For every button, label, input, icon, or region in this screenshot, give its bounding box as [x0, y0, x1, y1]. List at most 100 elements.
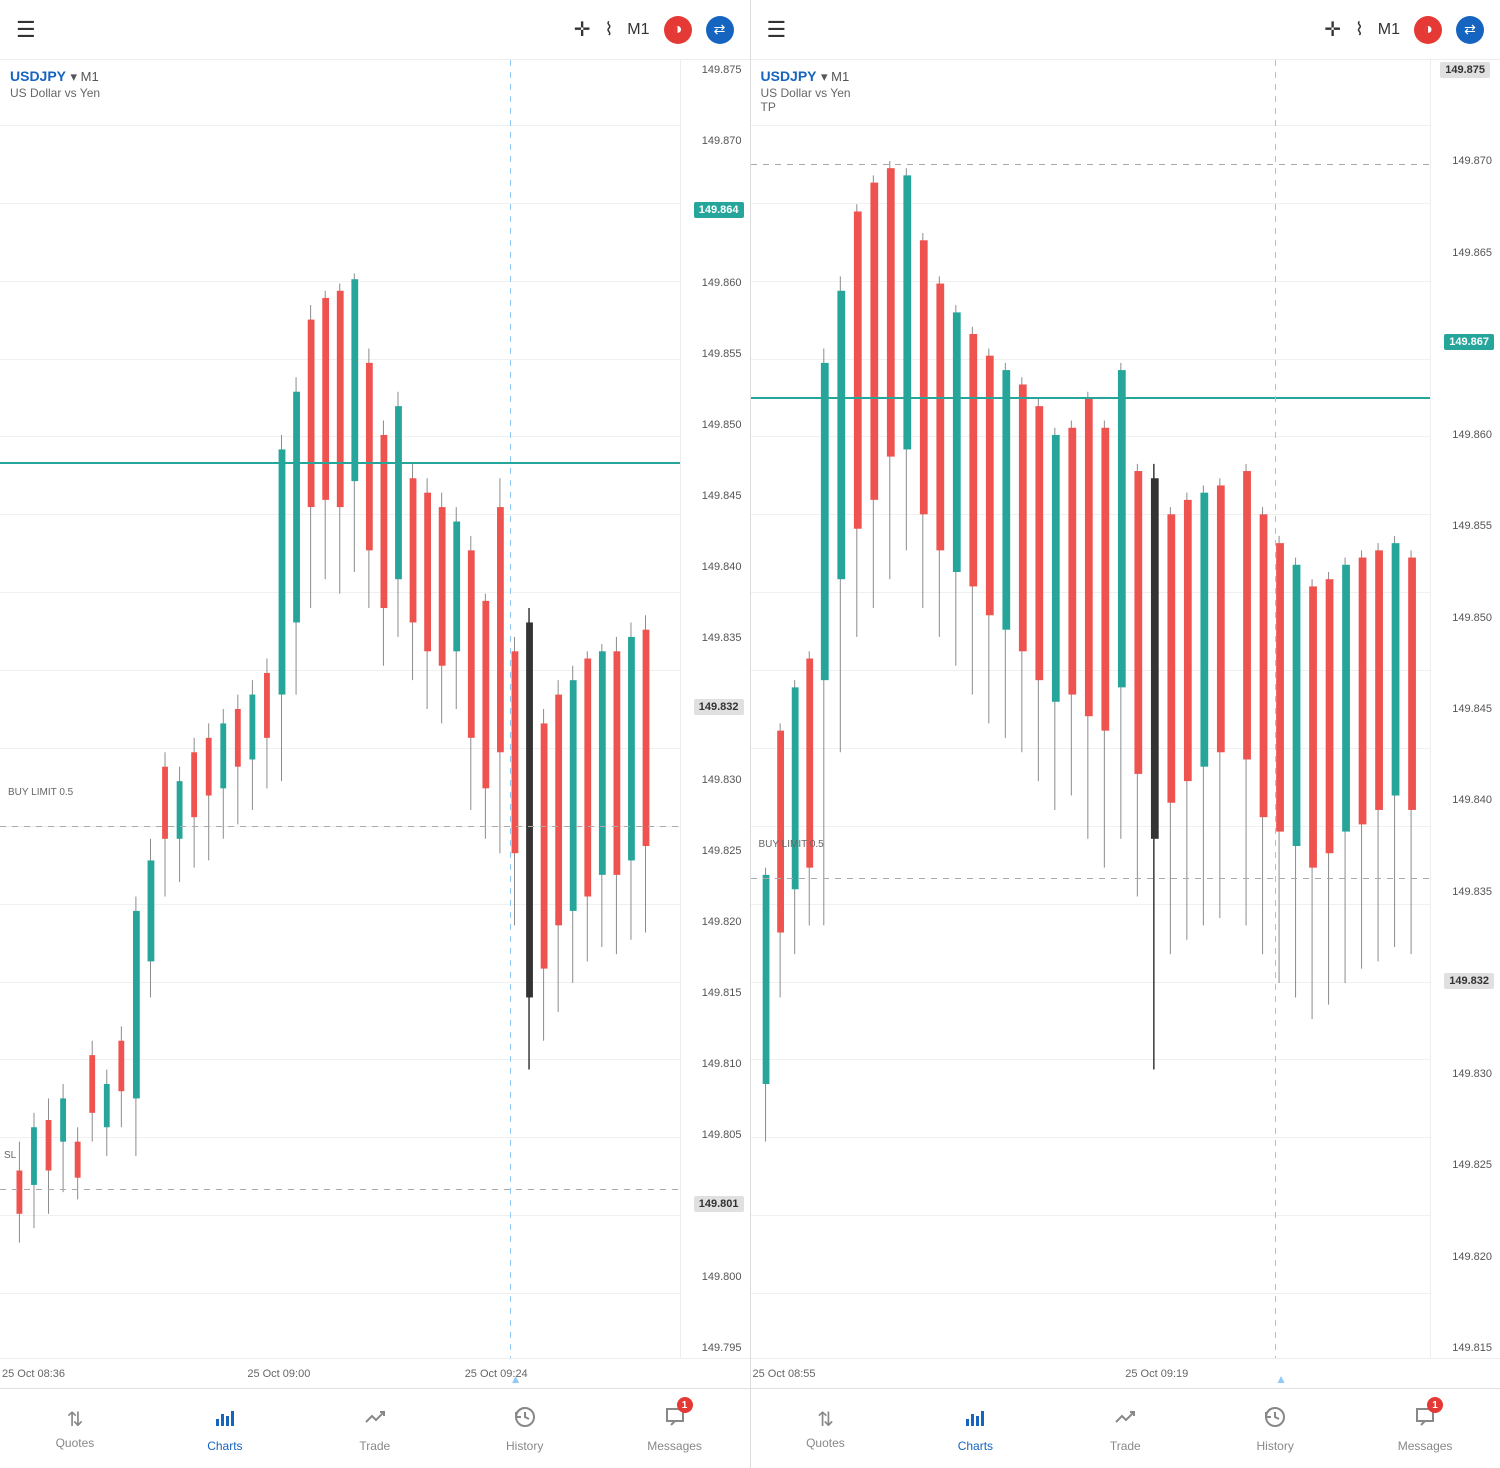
price-tick: 149.860 — [1435, 429, 1496, 441]
settings-icon[interactable]: ◑ — [664, 16, 692, 44]
price-tick: 149.855 — [1435, 520, 1496, 532]
right-current-price-badge: 149.867 — [1444, 334, 1494, 350]
right-nav-history-label: History — [1257, 1439, 1294, 1453]
right-symbol-arrow: ▾ — [821, 69, 831, 84]
price-tick: 149.845 — [1435, 703, 1496, 715]
right-topbar: ☰ ✛ ⌇ M1 ◑ ⇄ — [751, 0, 1500, 60]
right-time-arrow: ▲ — [1275, 1372, 1287, 1386]
price-tick: 149.875 — [1435, 64, 1496, 76]
current-price-badge: 149.864 — [694, 202, 744, 218]
right-nav-charts-label: Charts — [958, 1439, 993, 1453]
price-tick: 149.815 — [1435, 1342, 1496, 1354]
left-price-axis: 149.875 149.870 149.864 149.860 149.855 … — [680, 60, 750, 1358]
hamburger-icon[interactable]: ☰ — [16, 17, 36, 43]
right-nav-history[interactable]: History — [1200, 1389, 1350, 1468]
messages-badge: 1 — [677, 1397, 693, 1413]
nav-trade-label: Trade — [359, 1439, 390, 1453]
left-nav-trade[interactable]: Trade — [300, 1389, 450, 1468]
left-symbol-tf: M1 — [81, 69, 99, 84]
right-quotes-icon: ⇅ — [817, 1407, 834, 1432]
right-price-axis: 149.875 149.870 149.865 149.867 149.860 … — [1430, 60, 1500, 1358]
nav-history-label: History — [506, 1439, 543, 1453]
right-sync-icon[interactable]: ⇄ — [1456, 16, 1484, 44]
price-tick: 149.850 — [1435, 612, 1496, 624]
price-tick: 149.864 — [685, 206, 746, 218]
right-nav-trade-label: Trade — [1110, 1439, 1141, 1453]
left-vertical-line — [510, 60, 511, 1358]
price-tick: 149.875 — [685, 64, 746, 76]
right-symbol-tp: TP — [761, 100, 851, 114]
tp-price-badge: 149.875 — [1440, 62, 1490, 78]
price-tick: 149.815 — [685, 987, 746, 999]
price-tick: 149.795 — [685, 1342, 746, 1354]
price-tick: 149.835 — [685, 632, 746, 644]
price-tick: 149.867 — [1435, 338, 1496, 350]
right-nav-trade[interactable]: Trade — [1050, 1389, 1200, 1468]
price-tick: 149.820 — [1435, 1251, 1496, 1263]
right-nav-quotes[interactable]: ⇅ Quotes — [751, 1389, 901, 1468]
price-tick: 149.845 — [685, 490, 746, 502]
right-nav-quotes-label: Quotes — [806, 1436, 845, 1450]
price-tick: 149.865 — [1435, 247, 1496, 259]
price-tick: 149.870 — [1435, 155, 1496, 167]
right-buy-limit-line — [751, 878, 1431, 879]
right-chart-area[interactable]: USDJPY ▾ M1 US Dollar vs Yen TP — [751, 60, 1500, 1358]
right-buy-limit-price-badge: 149.832 — [1444, 973, 1494, 989]
right-vertical-line — [1275, 60, 1276, 1358]
price-tick: 149.850 — [685, 419, 746, 431]
nav-messages-label: Messages — [647, 1439, 702, 1453]
left-nav-quotes[interactable]: ⇅ Quotes — [0, 1389, 150, 1468]
right-teal-line — [751, 397, 1431, 399]
right-timeframe-label[interactable]: M1 — [1378, 21, 1400, 39]
right-settings-icon[interactable]: ◑ — [1414, 16, 1442, 44]
timeframe-label[interactable]: M1 — [627, 21, 649, 39]
price-tick: 149.825 — [685, 845, 746, 857]
right-panel: ☰ ✛ ⌇ M1 ◑ ⇄ USDJPY ▾ M1 US Dollar vs Ye… — [751, 0, 1500, 1468]
right-bottom-nav: ⇅ Quotes Charts — [751, 1388, 1500, 1468]
price-tick: 149.832 — [1435, 977, 1496, 989]
right-buy-limit-label: BUY LIMIT 0.5 — [759, 839, 824, 850]
indicator-icon[interactable]: ⌇ — [604, 19, 613, 40]
left-teal-line — [0, 462, 680, 464]
left-time-label-1: 25 Oct 08:36 — [2, 1368, 65, 1380]
left-chart-area[interactable]: USDJPY ▾ M1 US Dollar vs Yen — [0, 60, 750, 1358]
price-tick: 149.805 — [685, 1129, 746, 1141]
left-time-arrow: ▲ — [510, 1372, 522, 1386]
right-symbol-info: USDJPY ▾ M1 US Dollar vs Yen TP — [761, 68, 851, 114]
left-buy-limit-line — [0, 826, 680, 827]
left-chart-svg — [0, 60, 680, 1358]
right-symbol-tf: M1 — [831, 69, 849, 84]
right-hamburger-icon[interactable]: ☰ — [767, 17, 787, 43]
left-sl-line — [0, 1189, 680, 1190]
left-nav-messages[interactable]: 1 Messages — [600, 1389, 750, 1468]
left-topbar: ☰ ✛ ⌇ M1 ◑ ⇄ — [0, 0, 750, 60]
sync-icon[interactable]: ⇄ — [706, 16, 734, 44]
nav-quotes-label: Quotes — [56, 1436, 95, 1450]
right-indicator-icon[interactable]: ⌇ — [1355, 19, 1364, 40]
left-panel: ☰ ✛ ⌇ M1 ◑ ⇄ USDJPY ▾ M1 US Dollar vs Ye… — [0, 0, 751, 1468]
quotes-icon: ⇅ — [67, 1407, 84, 1432]
crosshair-icon[interactable]: ✛ — [574, 17, 591, 42]
right-crosshair-icon[interactable]: ✛ — [1324, 17, 1341, 42]
left-buy-limit-label: BUY LIMIT 0.5 — [8, 787, 73, 798]
right-symbol-desc: US Dollar vs Yen — [761, 86, 851, 100]
left-sl-label: SL — [4, 1150, 16, 1161]
left-symbol-arrow: ▾ — [70, 69, 80, 84]
price-tick: 149.840 — [685, 561, 746, 573]
left-nav-charts[interactable]: Charts — [150, 1389, 300, 1468]
price-tick: 149.830 — [685, 774, 746, 786]
left-symbol-desc: US Dollar vs Yen — [10, 86, 100, 100]
left-nav-history[interactable]: History — [450, 1389, 600, 1468]
price-tick: 149.855 — [685, 348, 746, 360]
right-history-icon — [1263, 1405, 1287, 1435]
left-symbol-name: USDJPY — [10, 68, 66, 84]
right-nav-charts[interactable]: Charts — [900, 1389, 1050, 1468]
right-nav-messages[interactable]: 1 Messages — [1350, 1389, 1500, 1468]
right-time-axis: 25 Oct 08:55 25 Oct 09:19 ▲ — [751, 1358, 1500, 1388]
history-icon — [513, 1405, 537, 1435]
trade-icon — [363, 1405, 387, 1435]
left-symbol-info: USDJPY ▾ M1 US Dollar vs Yen — [10, 68, 100, 100]
price-tick: 149.835 — [1435, 886, 1496, 898]
right-time-label-1: 25 Oct 08:55 — [753, 1368, 816, 1380]
left-bottom-nav: ⇅ Quotes Charts — [0, 1388, 750, 1468]
